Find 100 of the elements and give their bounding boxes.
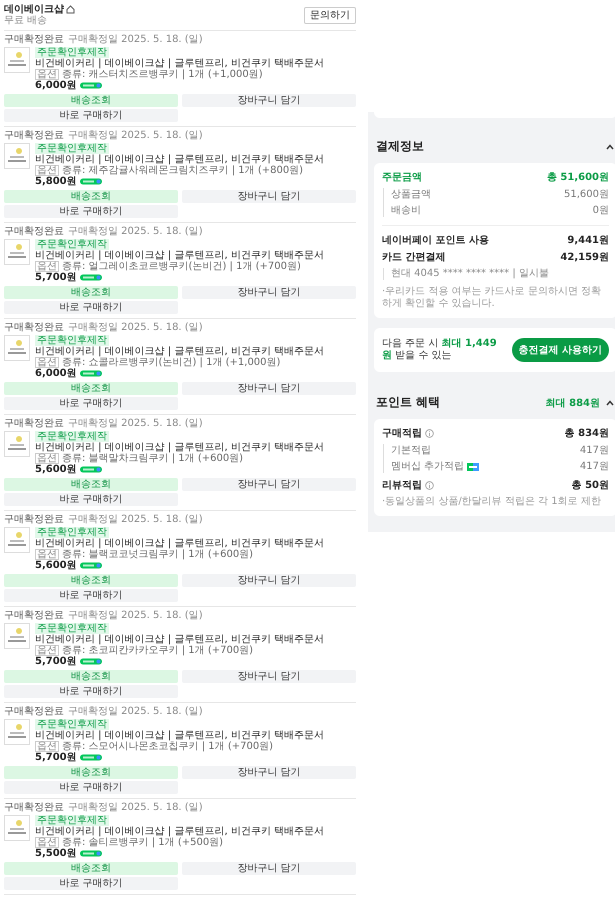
add-to-cart-button[interactable]: 장바구니 담기 <box>182 94 356 107</box>
buy-now-button[interactable]: 바로 구매하기 <box>4 301 178 314</box>
order-status: 구매확정완료 <box>4 514 64 525</box>
price: 5,500원 <box>35 848 77 859</box>
option-tag: 옵션 <box>35 645 59 656</box>
store-name[interactable]: 데이베이크샵 <box>4 4 64 15</box>
price: 5,700원 <box>35 656 77 667</box>
tracking-button[interactable]: 배송조회 <box>4 574 178 587</box>
product-title[interactable]: 비건베이커리 | 데이베이크샵 | 글루텐프리, 비건쿠키 택배주문서 <box>35 346 324 357</box>
tracking-button[interactable]: 배송조회 <box>4 766 178 779</box>
card-detail: 현대 4045 **** **** **** | 일시불 <box>391 268 550 280</box>
order-status: 구매확정완료 <box>4 610 64 621</box>
buy-now-button[interactable]: 바로 구매하기 <box>4 589 178 602</box>
price: 6,000원 <box>35 80 77 91</box>
confirmed-date: 구매확정일 2025. 5. 18. (일) <box>68 706 203 717</box>
option-tag: 옵션 <box>35 357 59 368</box>
section-title: 결제정보 <box>376 138 424 155</box>
tracking-button[interactable]: 배송조회 <box>4 670 178 683</box>
product-title[interactable]: 비건베이커리 | 데이베이크샵 | 글루텐프리, 비건쿠키 택배주문서 <box>35 442 324 453</box>
points-pill-icon <box>80 562 102 569</box>
points-item-value: 417원 <box>580 460 609 473</box>
amount-value: 0원 <box>592 204 609 217</box>
buy-now-button[interactable]: 바로 구매하기 <box>4 397 178 410</box>
add-to-cart-button[interactable]: 장바구니 담기 <box>182 478 356 491</box>
add-to-cart-button[interactable]: 장바구니 담기 <box>182 286 356 299</box>
tracking-button[interactable]: 배송조회 <box>4 862 178 875</box>
product-title[interactable]: 비건베이커리 | 데이베이크샵 | 글루텐프리, 비건쿠키 택배주문서 <box>35 538 324 549</box>
made-to-order-badge: 주문확인후제작 <box>35 143 109 154</box>
option-tag: 옵션 <box>35 69 59 80</box>
points-pill-icon <box>80 370 102 377</box>
shipping-info: 무료 배송 <box>4 15 48 26</box>
charge-pay-button[interactable]: 충전결제 사용하기 <box>512 338 609 362</box>
made-to-order-badge: 주문확인후제작 <box>35 431 109 442</box>
confirmed-date: 구매확정일 2025. 5. 18. (일) <box>68 226 203 237</box>
price: 6,000원 <box>35 368 77 379</box>
order-status: 구매확정완료 <box>4 322 64 333</box>
buy-now-button[interactable]: 바로 구매하기 <box>4 781 178 794</box>
order-status: 구매확정완료 <box>4 130 64 141</box>
option-text: 종류: 블랙말차크림쿠키 | 1개 (+600원) <box>62 453 244 464</box>
option-text: 종류: 솔티르뱅쿠키 | 1개 (+500원) <box>62 837 224 848</box>
points-pill-icon <box>80 274 102 281</box>
amount-value: 51,600원 <box>564 188 609 201</box>
tracking-button[interactable]: 배송조회 <box>4 286 178 299</box>
confirmed-date: 구매확정일 2025. 5. 18. (일) <box>68 418 203 429</box>
confirmed-date: 구매확정일 2025. 5. 18. (일) <box>68 130 203 141</box>
option-text: 종류: 쇼콜라르뱅쿠키(논비건) | 1개 (+1,000원) <box>62 357 280 368</box>
made-to-order-badge: 주문확인후제작 <box>35 623 109 634</box>
chevron-up-icon[interactable] <box>605 142 615 150</box>
buy-now-button[interactable]: 바로 구매하기 <box>4 109 178 122</box>
price: 5,800원 <box>35 176 77 187</box>
confirmed-date: 구매확정일 2025. 5. 18. (일) <box>68 514 203 525</box>
confirmed-date: 구매확정일 2025. 5. 18. (일) <box>68 322 203 333</box>
product-title[interactable]: 비건베이커리 | 데이베이크샵 | 글루텐프리, 비건쿠키 택배주문서 <box>35 250 324 261</box>
inquiry-button[interactable]: 문의하기 <box>304 6 356 24</box>
buy-now-button[interactable]: 바로 구매하기 <box>4 877 178 890</box>
buy-now-button[interactable]: 바로 구매하기 <box>4 205 178 218</box>
notice-text: ·동일상품의 상품/한달리뷰 적립은 각 1회로 제한 <box>382 496 602 508</box>
section-title: 포인트 혜택 <box>376 394 440 411</box>
amount-label: 배송비 <box>391 204 421 217</box>
points-item-label: 기본적립 <box>391 444 431 457</box>
buy-now-button[interactable]: 바로 구매하기 <box>4 685 178 698</box>
product-title[interactable]: 비건베이커리 | 데이베이크샵 | 글루텐프리, 비건쿠키 택배주문서 <box>35 730 324 741</box>
payment-method-value: 42,159원 <box>560 251 609 264</box>
made-to-order-badge: 주문확인후제작 <box>35 239 109 250</box>
points-pill-icon <box>80 658 102 665</box>
tracking-button[interactable]: 배송조회 <box>4 190 178 203</box>
tracking-button[interactable]: 배송조회 <box>4 478 178 491</box>
made-to-order-badge: 주문확인후제작 <box>35 815 109 826</box>
product-title[interactable]: 비건베이커리 | 데이베이크샵 | 글루텐프리, 비건쿠키 택배주문서 <box>35 826 324 837</box>
chevron-up-icon[interactable] <box>605 398 615 406</box>
option-text: 종류: 블랙코코넛크림쿠키 | 1개 (+600원) <box>62 549 254 560</box>
promo-text: 다음 주문 시 최대 1,449원 받을 수 있는 <box>382 338 498 362</box>
notice-text: ·우리카드 적용 여부는 카드사로 문의하시면 정확하게 확인할 수 있습니다. <box>382 286 602 310</box>
product-title[interactable]: 비건베이커리 | 데이베이크샵 | 글루텐프리, 비건쿠키 택배주문서 <box>35 634 324 645</box>
option-text: 종류: 캐스터치즈르뱅쿠키 | 1개 (+1,000원) <box>62 69 263 80</box>
tracking-button[interactable]: 배송조회 <box>4 94 178 107</box>
add-to-cart-button[interactable]: 장바구니 담기 <box>182 190 356 203</box>
tracking-button[interactable]: 배송조회 <box>4 382 178 395</box>
points-label: 리뷰적립 <box>382 479 422 492</box>
payment-method-label: 카드 간편결제 <box>382 251 446 264</box>
made-to-order-badge: 주문확인후제작 <box>35 527 109 538</box>
points-label: 구매적립 <box>382 427 422 440</box>
option-tag: 옵션 <box>35 549 59 560</box>
option-text: 종류: 초코피칸카카오쿠키 | 1개 (+700원) <box>62 645 254 656</box>
confirmed-date: 구매확정일 2025. 5. 18. (일) <box>68 802 203 813</box>
add-to-cart-button[interactable]: 장바구니 담기 <box>182 766 356 779</box>
order-status: 구매확정완료 <box>4 706 64 717</box>
price: 5,600원 <box>35 464 77 475</box>
add-to-cart-button[interactable]: 장바구니 담기 <box>182 862 356 875</box>
points-value: 총 834원 <box>564 427 609 440</box>
buy-now-button[interactable]: 바로 구매하기 <box>4 493 178 506</box>
info-icon <box>425 481 434 490</box>
product-title[interactable]: 비건베이커리 | 데이베이크샵 | 글루텐프리, 비건쿠키 택배주문서 <box>35 154 324 165</box>
points-item-label: 멤버십 추가적립 <box>391 460 464 473</box>
add-to-cart-button[interactable]: 장바구니 담기 <box>182 670 356 683</box>
add-to-cart-button[interactable]: 장바구니 담기 <box>182 574 356 587</box>
points-pill-icon <box>80 850 102 857</box>
made-to-order-badge: 주문확인후제작 <box>35 719 109 730</box>
add-to-cart-button[interactable]: 장바구니 담기 <box>182 382 356 395</box>
product-title[interactable]: 비건베이커리 | 데이베이크샵 | 글루텐프리, 비건쿠키 택배주문서 <box>35 58 324 69</box>
